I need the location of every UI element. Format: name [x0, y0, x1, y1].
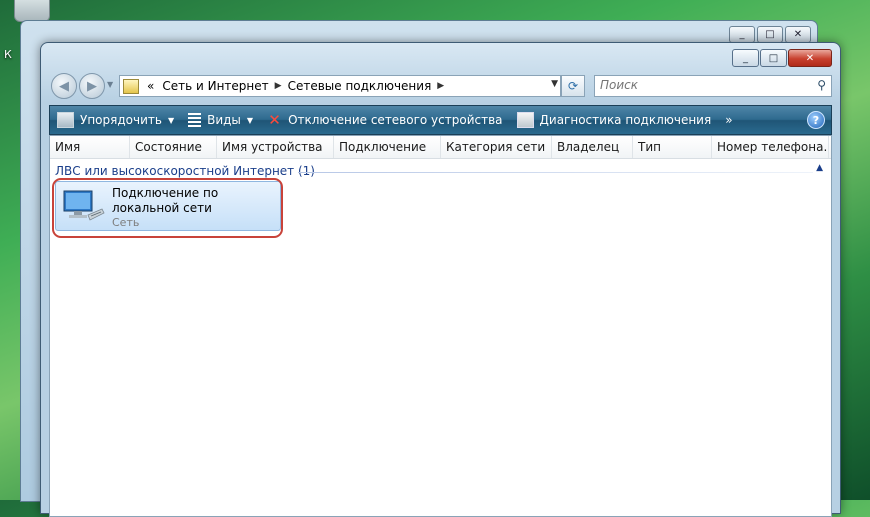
address-dropdown-icon[interactable]: ▼ — [551, 79, 558, 89]
group-label: ЛВС или высокоскоростной Интернет (1) — [55, 164, 315, 178]
column-header-row: Имя Состояние Имя устройства Подключение… — [50, 136, 831, 159]
organize-label: Упорядочить — [80, 113, 162, 127]
organize-button[interactable]: Упорядочить ▼ — [50, 106, 181, 134]
collapse-icon[interactable]: ▲ — [816, 163, 823, 173]
bg-minimize-button[interactable]: _ — [729, 26, 755, 43]
window-controls: _ □ ✕ — [732, 49, 832, 67]
navigation-bar: ◀ ▶ ▼ « Сеть и Интернет ▶ Сетевые подклю… — [49, 71, 832, 101]
address-overflow[interactable]: « — [143, 79, 158, 93]
search-input[interactable] — [595, 76, 805, 94]
chevron-down-icon: ▼ — [167, 115, 175, 125]
group-divider — [298, 172, 813, 173]
search-box[interactable]: ⚲ — [594, 75, 832, 97]
search-icon[interactable]: ⚲ — [817, 78, 826, 92]
maximize-button[interactable]: □ — [760, 49, 787, 67]
disable-x-icon: ✕ — [268, 111, 281, 129]
column-owner[interactable]: Владелец — [552, 136, 633, 158]
column-device-name[interactable]: Имя устройства — [217, 136, 334, 158]
breadcrumb-network-internet[interactable]: Сеть и Интернет — [158, 79, 272, 93]
organize-icon — [57, 112, 74, 128]
command-bar: Упорядочить ▼ Виды ▼ ✕ Отключение сетево… — [49, 105, 832, 135]
address-bar[interactable]: « Сеть и Интернет ▶ Сетевые подключения … — [119, 75, 561, 97]
column-name[interactable]: Имя — [50, 136, 130, 158]
views-icon — [188, 113, 202, 127]
column-connectivity[interactable]: Подключение — [334, 136, 441, 158]
breadcrumb-arrow-icon[interactable]: ▶ — [435, 81, 446, 91]
recent-pages-dropdown-icon[interactable]: ▼ — [107, 80, 113, 89]
views-button[interactable]: Виды ▼ — [181, 106, 260, 134]
breadcrumb-network-connections[interactable]: Сетевые подключения — [284, 79, 436, 93]
refresh-button[interactable]: ⟳ — [561, 75, 585, 97]
desktop-icon-label: К — [4, 48, 12, 61]
minimize-button[interactable]: _ — [732, 49, 759, 67]
more-commands-button[interactable]: » — [718, 106, 739, 134]
recycle-bin-icon[interactable] — [14, 0, 50, 22]
column-status[interactable]: Состояние — [130, 136, 217, 158]
back-button[interactable]: ◀ — [51, 73, 77, 99]
chevron-down-icon: ▼ — [246, 115, 254, 125]
diagnose-label: Диагностика подключения — [539, 113, 712, 127]
column-phone-number[interactable]: Номер телефона... — [712, 136, 829, 158]
views-label: Виды — [207, 113, 241, 127]
bg-maximize-button[interactable]: □ — [757, 26, 783, 43]
highlight-annotation — [52, 178, 283, 238]
column-network-category[interactable]: Категория сети — [441, 136, 552, 158]
explorer-window: _ □ ✕ ◀ ▶ ▼ « Сеть и Интернет ▶ Сетевые … — [40, 42, 841, 517]
column-type[interactable]: Тип — [633, 136, 712, 158]
diagnose-connection-button[interactable]: Диагностика подключения — [510, 106, 719, 134]
breadcrumb-arrow-icon[interactable]: ▶ — [273, 81, 284, 91]
diagnose-icon — [516, 112, 534, 128]
control-panel-icon — [123, 78, 139, 94]
close-button[interactable]: ✕ — [788, 49, 832, 67]
disable-device-label: Отключение сетевого устройства — [288, 113, 503, 127]
bg-close-button[interactable]: ✕ — [785, 26, 811, 43]
help-icon[interactable]: ? — [807, 111, 825, 129]
forward-button[interactable]: ▶ — [79, 73, 105, 99]
disable-device-button[interactable]: ✕ Отключение сетевого устройства — [260, 106, 509, 134]
background-window-controls: _ □ ✕ — [729, 26, 811, 43]
